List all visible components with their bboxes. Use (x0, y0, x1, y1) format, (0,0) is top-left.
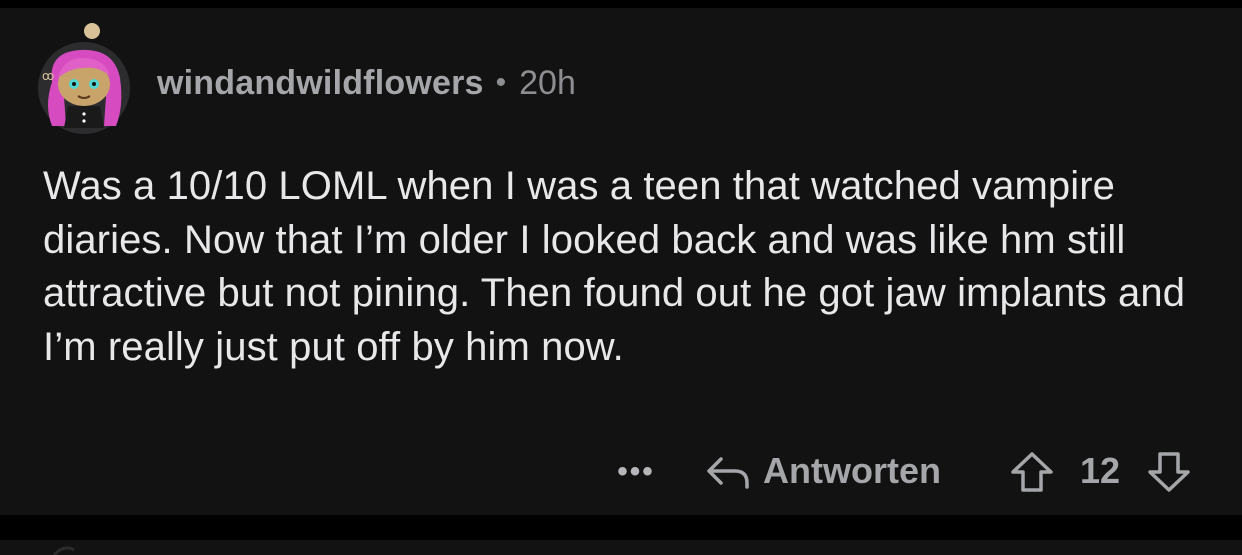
next-comment-card (0, 540, 1242, 555)
comment-actions: ••• Antworten 12 (0, 448, 1242, 494)
comment-body: Was a 10/10 LOML when I was a teen that … (43, 164, 1186, 369)
more-options-icon: ••• (617, 455, 655, 488)
user-avatar[interactable]: ꝏ (34, 22, 134, 134)
reply-arrow-icon (707, 457, 749, 489)
vote-score: 12 (1079, 450, 1121, 491)
snoo-avatar-icon: ꝏ (38, 23, 130, 134)
upvote-arrow-icon (1011, 452, 1053, 492)
upvote-button[interactable] (1009, 450, 1055, 494)
username-link[interactable]: windandwildflowers (157, 64, 484, 103)
downvote-button[interactable] (1146, 450, 1192, 494)
timestamp: 20h (519, 63, 576, 102)
meta-separator: • (495, 66, 507, 99)
next-avatar-antenna-icon (52, 546, 75, 555)
more-options-button[interactable]: ••• (612, 452, 660, 492)
svg-text:ꝏ: ꝏ (42, 69, 54, 83)
reply-label: Antworten (763, 450, 941, 491)
reply-button[interactable]: Antworten (705, 448, 941, 494)
comment-card: ꝏ windandwildflowers • 20h Was a 10/10 L… (0, 8, 1242, 515)
downvote-arrow-icon (1148, 452, 1190, 492)
comment-meta: windandwildflowers • 20h (157, 61, 576, 105)
